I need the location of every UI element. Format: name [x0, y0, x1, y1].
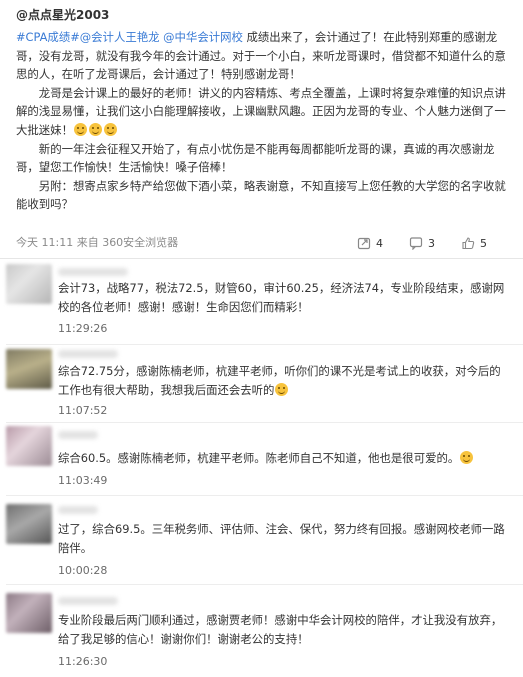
comment-button[interactable]: 3: [409, 236, 461, 250]
mention-link-wang[interactable]: @会计人王艳龙: [80, 30, 160, 44]
post-paragraph-3: 新的一年注会征程又开始了，有点小忧伤是不能再每周都能听龙哥的课，真诚的再次感谢龙…: [16, 141, 495, 175]
avatar[interactable]: [6, 349, 52, 389]
comment-icon: [409, 237, 423, 250]
weibo-post: @点点星光2003 #CPA成绩#@会计人王艳龙 @中华会计网校 成绩出来了，会…: [0, 0, 523, 258]
mention-link-school[interactable]: @中华会计网校: [163, 30, 243, 44]
post-body: #CPA成绩#@会计人王艳龙 @中华会计网校 成绩出来了，会计通过了！在此特别郑…: [16, 28, 507, 214]
comment-item: 综合60.5。感谢陈楠老师，杭建平老师。陈老师自己不知道，他也是很可爱的。 11…: [0, 423, 523, 495]
comment-time: 11:29:26: [58, 322, 108, 335]
post-paragraph-2: 龙哥是会计课上的最好的老师！讲义的内容精炼、考点全覆盖，上课时将复杂难懂的知识点…: [16, 84, 507, 140]
post-paragraph-4: 另附：想寄点家乡特产给您做下酒小菜，略表谢意，不知直接写上您任教的大学您的名字收…: [16, 178, 506, 212]
smile-emoji-icon: [73, 122, 87, 136]
comment-time: 10:00:28: [58, 564, 108, 577]
comment-text-content: 综合60.5。感谢陈楠老师，杭建平老师。陈老师自己不知道，他也是很可爱的。: [58, 451, 460, 465]
commenter-name[interactable]: [58, 431, 98, 439]
hashtag-link[interactable]: #CPA成绩#: [16, 30, 80, 44]
comment-time: 11:03:49: [58, 474, 108, 487]
smile-emoji-icon: [103, 122, 117, 136]
comment-text: 综合72.75分，感谢陈楠老师，杭建平老师，听你们的课不光是考试上的收获，对今后…: [58, 362, 510, 399]
comment-text: 专业阶段最后两门顺利通过，感谢贾老师！感谢中华会计网校的陪伴，才让我没有放弃，给…: [58, 613, 503, 646]
commenter-name[interactable]: [58, 268, 128, 276]
comment-item: 过了，综合69.5。三年税务师、评估师、注会、保代，努力终有回报。感谢网校老师一…: [0, 496, 523, 584]
comment-item: 会计73，战略77，税法72.5，财管60，审计60.25，经济法74，专业阶段…: [0, 259, 523, 344]
commenter-name[interactable]: [58, 597, 118, 605]
comment-time: 11:26:30: [58, 655, 108, 668]
commenter-name[interactable]: [58, 506, 98, 514]
comment-text: 过了，综合69.5。三年税务师、评估师、注会、保代，努力终有回报。感谢网校老师一…: [58, 522, 505, 555]
avatar[interactable]: [6, 426, 52, 466]
avatar[interactable]: [6, 593, 52, 633]
thumbs-up-icon: [462, 237, 475, 250]
comment-text: 综合60.5。感谢陈楠老师，杭建平老师。陈老师自己不知道，他也是很可爱的。: [58, 449, 510, 468]
smile-emoji-icon: [88, 122, 102, 136]
smile-emoji-icon: [275, 382, 289, 396]
comment-item: 专业阶段最后两门顺利通过，感谢贾老师！感谢中华会计网校的陪伴，才让我没有放弃，给…: [0, 585, 523, 677]
comment-count: 3: [428, 236, 435, 250]
repost-count: 4: [376, 236, 383, 250]
post-author[interactable]: @点点星光2003: [16, 6, 507, 24]
like-button[interactable]: 5: [461, 236, 513, 250]
comment-item: 综合72.75分，感谢陈楠老师，杭建平老师，听你们的课不光是考试上的收获，对今后…: [0, 345, 523, 422]
comment-time: 11:07:52: [58, 404, 108, 417]
repost-icon: [357, 237, 371, 250]
avatar[interactable]: [6, 264, 52, 304]
post-actions: 4 3 5: [357, 233, 513, 253]
repost-button[interactable]: 4: [357, 236, 409, 250]
smile-emoji-icon: [460, 451, 474, 464]
avatar[interactable]: [6, 504, 52, 544]
post-paragraph-1: #CPA成绩#@会计人王艳龙 @中华会计网校 成绩出来了，会计通过了！在此特别郑…: [16, 28, 507, 84]
commenter-name[interactable]: [58, 350, 118, 358]
comment-text: 会计73，战略77，税法72.5，财管60，审计60.25，经济法74，专业阶段…: [58, 281, 505, 314]
like-count: 5: [480, 236, 487, 250]
post-meta: 今天 11:11 来自 360安全浏览器: [16, 236, 179, 249]
